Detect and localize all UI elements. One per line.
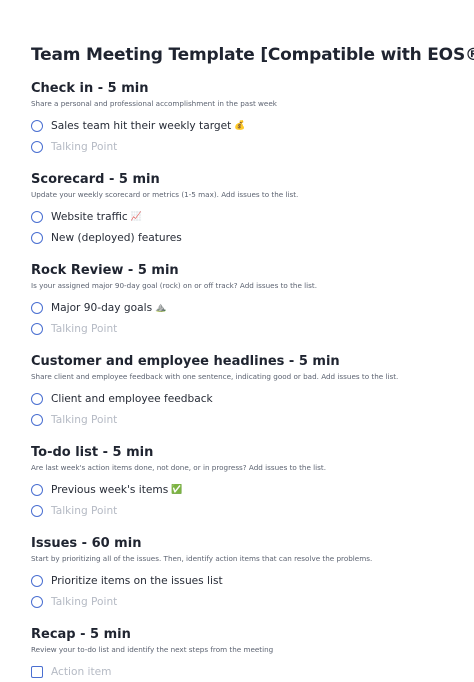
item-text[interactable]: Previous week's items (51, 484, 168, 496)
item-text[interactable]: Sales team hit their weekly target (51, 120, 231, 132)
radio-circle[interactable] (31, 231, 43, 244)
emoji-icon: ✅ (171, 484, 183, 495)
agenda-section: Rock Review - 5 min Is your assigned majo… (31, 262, 451, 339)
item-placeholder[interactable]: Talking Point (51, 505, 117, 517)
section-title: Scorecard - 5 min (31, 172, 160, 187)
section-description: Share a personal and professional accomp… (31, 99, 277, 108)
section-description: Review your to-do list and identify the … (31, 645, 274, 654)
section-title: Recap - 5 min (31, 627, 131, 642)
section-title: To-do list - 5 min (31, 445, 154, 460)
document-page: Team Meeting Template [Compatible with E… (31, 43, 474, 682)
item-placeholder[interactable]: Action item (51, 666, 111, 678)
radio-circle[interactable] (31, 595, 43, 608)
page-title: Team Meeting Template [Compatible with E… (31, 45, 474, 65)
talking-point-row: Previous week's items ✅ (31, 479, 451, 500)
agenda-section: Issues - 60 min Start by prioritizing all… (31, 535, 451, 612)
talking-point-row: Client and employee feedback (31, 388, 451, 409)
radio-circle[interactable] (31, 504, 43, 517)
emoji-icon: 📈 (130, 211, 142, 222)
section-description: Are last week's action items done, not d… (31, 463, 327, 472)
item-list: Prioritize items on the issues list Talki… (31, 570, 451, 612)
talking-point-row: Website traffic 📈 (31, 206, 451, 227)
agenda-section: Customer and employee headlines - 5 min S… (31, 353, 451, 430)
radio-circle[interactable] (31, 392, 43, 405)
item-placeholder[interactable]: Talking Point (51, 141, 117, 153)
talking-point-row: Talking Point (31, 500, 451, 521)
action-item-row: Action item (31, 661, 451, 682)
checkbox[interactable] (31, 665, 43, 678)
emoji-icon: ⛰️ (155, 302, 167, 313)
talking-point-row: Major 90-day goals ⛰️ (31, 297, 451, 318)
talking-point-row: Talking Point (31, 409, 451, 430)
section-title: Customer and employee headlines - 5 min (31, 354, 340, 369)
emoji-icon: 💰 (234, 120, 246, 131)
section-description: Update your weekly scorecard or metrics … (31, 190, 299, 199)
item-list: Sales team hit their weekly target 💰 Talki… (31, 115, 451, 157)
sections-container: Check in - 5 min Share a personal and pro… (31, 80, 451, 682)
section-title: Rock Review - 5 min (31, 263, 179, 278)
talking-point-row: Talking Point (31, 136, 451, 157)
item-text[interactable]: Prioritize items on the issues list (51, 575, 223, 587)
radio-circle[interactable] (31, 140, 43, 153)
item-list: Client and employee feedback Talking Poin… (31, 388, 451, 430)
item-list: Action item (31, 661, 451, 682)
item-text[interactable]: New (deployed) features (51, 232, 182, 244)
talking-point-row: Talking Point (31, 318, 451, 339)
radio-circle[interactable] (31, 301, 43, 314)
radio-circle[interactable] (31, 574, 43, 587)
agenda-section: Scorecard - 5 min Update your weekly scor… (31, 171, 451, 248)
talking-point-row: Talking Point (31, 591, 451, 612)
section-description: Start by prioritizing all of the issues.… (31, 554, 373, 563)
item-placeholder[interactable]: Talking Point (51, 323, 117, 335)
section-title: Check in - 5 min (31, 81, 149, 96)
item-text[interactable]: Major 90-day goals (51, 302, 152, 314)
section-description: Share client and employee feedback with … (31, 372, 399, 381)
item-list: Website traffic 📈 New (deployed) features (31, 206, 451, 248)
radio-circle[interactable] (31, 119, 43, 132)
item-placeholder[interactable]: Talking Point (51, 414, 117, 426)
radio-circle[interactable] (31, 483, 43, 496)
item-list: Previous week's items ✅ Talking Point (31, 479, 451, 521)
item-text[interactable]: Website traffic (51, 211, 128, 223)
agenda-section: Check in - 5 min Share a personal and pro… (31, 80, 451, 157)
item-placeholder[interactable]: Talking Point (51, 596, 117, 608)
radio-circle[interactable] (31, 210, 43, 223)
agenda-section: To-do list - 5 min Are last week's action… (31, 444, 451, 521)
talking-point-row: New (deployed) features (31, 227, 451, 248)
radio-circle[interactable] (31, 413, 43, 426)
radio-circle[interactable] (31, 322, 43, 335)
section-title: Issues - 60 min (31, 536, 142, 551)
section-description: Is your assigned major 90-day goal (rock… (31, 281, 318, 290)
item-list: Major 90-day goals ⛰️ Talking Point (31, 297, 451, 339)
talking-point-row: Sales team hit their weekly target 💰 (31, 115, 451, 136)
item-text[interactable]: Client and employee feedback (51, 393, 213, 405)
agenda-section: Recap - 5 min Review your to-do list and … (31, 626, 451, 682)
talking-point-row: Prioritize items on the issues list (31, 570, 451, 591)
